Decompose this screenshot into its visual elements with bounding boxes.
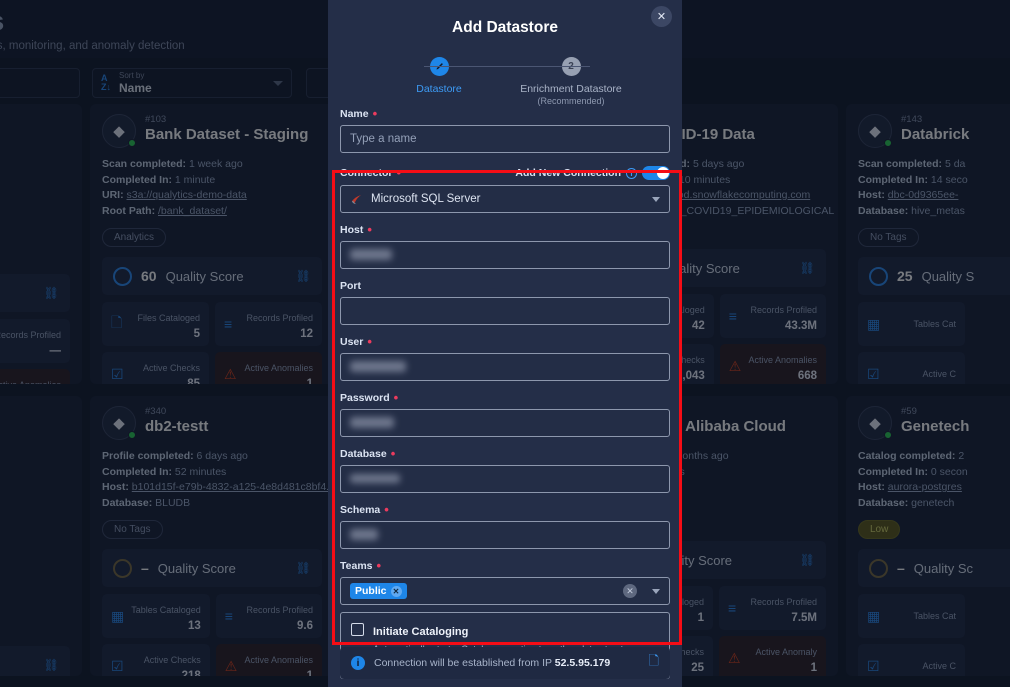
schema-input[interactable] bbox=[340, 521, 670, 549]
password-label: Password • bbox=[340, 390, 670, 405]
teams-label: Teams • bbox=[340, 558, 670, 573]
ip-notice-prefix: Connection will be established from IP bbox=[374, 657, 552, 669]
required-marker: • bbox=[384, 502, 389, 517]
team-chip-public[interactable]: Public ✕ bbox=[350, 583, 407, 599]
info-filled-icon: i bbox=[351, 656, 365, 670]
field-connector: Connector • Add New Connection i Microso… bbox=[328, 166, 682, 213]
chip-close-icon[interactable]: ✕ bbox=[390, 585, 402, 597]
name-label-text: Name bbox=[340, 108, 369, 120]
user-label-text: User bbox=[340, 336, 364, 348]
info-icon[interactable]: i bbox=[626, 167, 637, 179]
step-2-label: Enrichment Datastore bbox=[520, 83, 622, 95]
name-label: Name • bbox=[340, 106, 670, 121]
required-marker: • bbox=[376, 558, 382, 573]
user-input-wrap bbox=[340, 353, 670, 381]
schema-label: Schema • bbox=[340, 502, 670, 517]
redacted-value bbox=[350, 249, 392, 260]
connector-label-text: Connector bbox=[340, 167, 393, 179]
step-2-sublabel: (Recommended) bbox=[537, 96, 605, 106]
chevron-down-icon bbox=[652, 196, 660, 202]
step-enrichment-datastore[interactable]: 2 Enrichment Datastore (Recommended) bbox=[505, 57, 637, 106]
teams-label-text: Teams bbox=[340, 560, 373, 572]
port-label: Port bbox=[340, 280, 670, 292]
ip-notice: i Connection will be established from IP… bbox=[340, 647, 670, 679]
name-input[interactable] bbox=[340, 125, 670, 153]
connector-value: Microsoft SQL Server bbox=[371, 193, 481, 205]
field-schema: Schema • bbox=[328, 502, 682, 549]
team-chip-label: Public bbox=[355, 585, 387, 597]
field-name: Name • bbox=[328, 106, 682, 153]
redacted-value bbox=[350, 417, 394, 428]
field-password: Password • bbox=[328, 390, 682, 437]
required-marker: • bbox=[367, 334, 372, 349]
host-input-wrap bbox=[340, 241, 670, 269]
initiate-cataloging-checkbox[interactable] bbox=[351, 623, 364, 636]
database-label: Database • bbox=[340, 446, 670, 461]
chevron-down-icon bbox=[652, 588, 660, 594]
clear-icon[interactable]: ✕ bbox=[623, 584, 637, 598]
copy-icon[interactable]: 🗋 bbox=[649, 652, 659, 674]
connector-label-row: Connector • Add New Connection i bbox=[340, 166, 670, 180]
user-label: User • bbox=[340, 334, 670, 349]
ip-address: 52.5.95.179 bbox=[554, 657, 611, 669]
redacted-value bbox=[350, 529, 378, 540]
field-port: Port bbox=[328, 280, 682, 325]
add-new-connection-toggle[interactable] bbox=[642, 166, 670, 180]
step-1-label: Datastore bbox=[416, 83, 462, 95]
schema-label-text: Schema bbox=[340, 504, 381, 516]
ip-notice-text: Connection will be established from IP 5… bbox=[374, 657, 610, 669]
add-datastore-modal: ✕ Add Datastore Datastore 2 Enrichment D… bbox=[328, 0, 682, 687]
required-marker: • bbox=[372, 106, 378, 121]
port-label-text: Port bbox=[340, 280, 361, 292]
host-label-text: Host bbox=[340, 224, 364, 236]
close-icon[interactable]: ✕ bbox=[651, 6, 672, 27]
add-new-connection-group: Add New Connection i bbox=[515, 166, 670, 180]
field-host: Host • bbox=[328, 222, 682, 269]
add-datastore-form: Name • Connector • Add New Connection i bbox=[328, 106, 682, 679]
stepper-connector-line bbox=[424, 66, 590, 67]
port-input[interactable] bbox=[340, 297, 670, 325]
redacted-value bbox=[350, 474, 400, 483]
modal-stepper: Datastore 2 Enrichment Datastore (Recomm… bbox=[328, 57, 682, 106]
required-marker: • bbox=[396, 165, 402, 180]
field-database: Database • bbox=[328, 446, 682, 493]
modal-title: Add Datastore bbox=[452, 19, 558, 36]
database-input-wrap bbox=[340, 465, 670, 493]
required-marker: • bbox=[367, 222, 372, 237]
password-label-text: Password bbox=[340, 392, 390, 404]
step-datastore[interactable]: Datastore bbox=[373, 57, 505, 106]
database-label-text: Database bbox=[340, 448, 387, 460]
field-teams: Teams • Public ✕ ✕ bbox=[328, 558, 682, 605]
required-marker: • bbox=[393, 390, 399, 405]
field-user: User • bbox=[328, 334, 682, 381]
screen-root: es y analysis, monitoring, and anomaly d… bbox=[0, 0, 1010, 687]
host-label: Host • bbox=[340, 222, 670, 237]
teams-select[interactable]: Public ✕ ✕ bbox=[340, 577, 670, 605]
schema-input-wrap bbox=[340, 521, 670, 549]
initiate-cataloging-title: Initiate Cataloging bbox=[373, 626, 469, 638]
required-marker: • bbox=[390, 446, 396, 461]
mssql-icon bbox=[351, 194, 362, 204]
password-input-wrap bbox=[340, 409, 670, 437]
redacted-value bbox=[350, 361, 406, 372]
connector-select[interactable]: Microsoft SQL Server bbox=[340, 185, 670, 213]
add-new-connection-label: Add New Connection bbox=[515, 167, 621, 179]
